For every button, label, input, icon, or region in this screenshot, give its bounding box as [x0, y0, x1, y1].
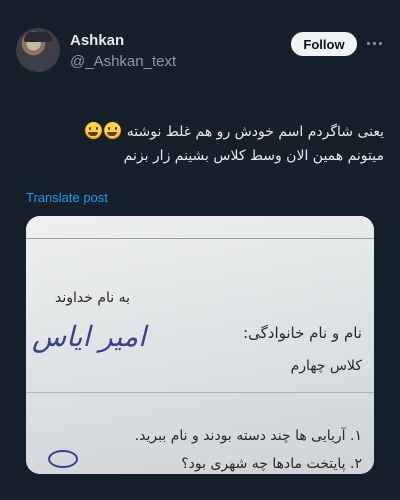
more-icon[interactable]	[363, 34, 385, 52]
tweet-line-2: میتونم همین الان وسط کلاس بشینم زار بزنم	[123, 148, 384, 164]
paper-header: به نام خداوند	[54, 290, 130, 306]
tweet-line-1-text: یعنی شاگردم اسم خودش رو هم غلط نوشته	[126, 124, 384, 140]
author-avatar[interactable]	[16, 28, 60, 72]
paper-question-2: ۲. پایتخت مادها چه شهری بود؟	[181, 456, 362, 472]
author-handle[interactable]: @_Ashkan_text	[70, 53, 176, 70]
paper-question-1: ۱. آریایی ها چند دسته بودند و نام ببرید.	[134, 428, 362, 444]
paper-rule	[26, 238, 374, 239]
avatar-cap	[24, 32, 52, 42]
tweet-text: یعنی شاگردم اسم خودش رو هم غلط نوشته میت…	[44, 120, 384, 168]
translate-post-link[interactable]: Translate post	[26, 190, 108, 205]
paper-name-label: نام و نام خانوادگی:	[243, 324, 362, 342]
tweet-line-1: یعنی شاگردم اسم خودش رو هم غلط نوشته	[44, 120, 384, 144]
hand-over-mouth-emoji-icon	[85, 122, 103, 139]
follow-button[interactable]: Follow	[291, 32, 357, 56]
paper-class-label: کلاس چهارم	[290, 358, 362, 374]
handwritten-name: امیر ایاس	[32, 320, 146, 353]
tweet-media-image[interactable]: به نام خداوند نام و نام خانوادگی: امیر ا…	[26, 216, 374, 474]
handwritten-circle	[48, 450, 78, 468]
author-display-name[interactable]: Ashkan	[70, 32, 124, 49]
paper-rule	[26, 392, 374, 393]
hand-over-mouth-emoji-icon	[104, 122, 122, 139]
